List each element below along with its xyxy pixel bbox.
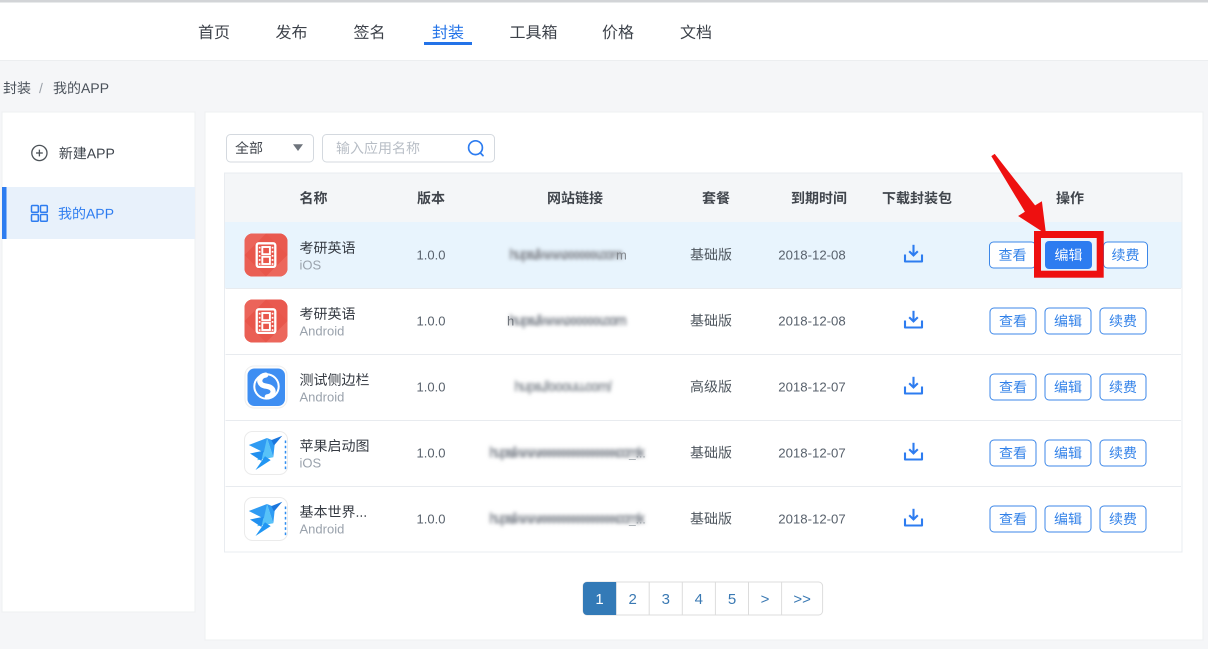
svg-text:h: h: [507, 314, 514, 329]
svg-text:2018-12-07: 2018-12-07: [778, 512, 845, 527]
svg-text:1: 1: [595, 591, 603, 608]
svg-text:1.0.0: 1.0.0: [417, 512, 446, 527]
svg-text:1.0.0: 1.0.0: [417, 314, 446, 329]
svg-text:2018-12-08: 2018-12-08: [778, 314, 845, 329]
svg-text:2018-12-07: 2018-12-07: [778, 446, 845, 461]
svg-text:hups.//www.xxxxxxxxxxxxxxxx.co: hups.//www.xxxxxxxxxxxxxxxx.com/x: [489, 510, 645, 525]
svg-text:2018-12-07: 2018-12-07: [778, 380, 845, 395]
svg-text:hups.//www.xxxxxx.com: hups.//www.xxxxxx.com: [509, 246, 623, 261]
svg-text:4: 4: [695, 591, 703, 608]
svg-text:iOS: iOS: [300, 258, 322, 273]
svg-text:m: m: [616, 248, 627, 263]
svg-text:1.0.0: 1.0.0: [417, 446, 446, 461]
svg-text:_...: _...: [628, 447, 646, 461]
svg-text:1.0.0: 1.0.0: [417, 248, 446, 263]
svg-text:Android: Android: [300, 522, 345, 537]
svg-text:_...: _...: [628, 513, 646, 527]
svg-text:3: 3: [662, 591, 670, 608]
svg-text:iOS: iOS: [300, 456, 322, 471]
svg-text:hups.//ooouu.com/: hups.//ooouu.com/: [514, 378, 612, 393]
svg-text:hups.//www.xxxxxxxxxxxxxxxx.co: hups.//www.xxxxxxxxxxxxxxxx.com/x: [489, 444, 645, 459]
svg-text:1.0.0: 1.0.0: [417, 380, 446, 395]
svg-text:2: 2: [629, 591, 637, 608]
svg-text:hups.//www.xxxxxx.com: hups.//www.xxxxxx.com: [509, 312, 627, 327]
svg-text:2018-12-08: 2018-12-08: [778, 248, 845, 263]
svg-text:>>: >>: [793, 591, 811, 608]
svg-text:5: 5: [728, 591, 736, 608]
svg-text:Android: Android: [300, 324, 345, 339]
svg-text:>: >: [761, 591, 770, 608]
svg-text:Android: Android: [300, 390, 345, 405]
